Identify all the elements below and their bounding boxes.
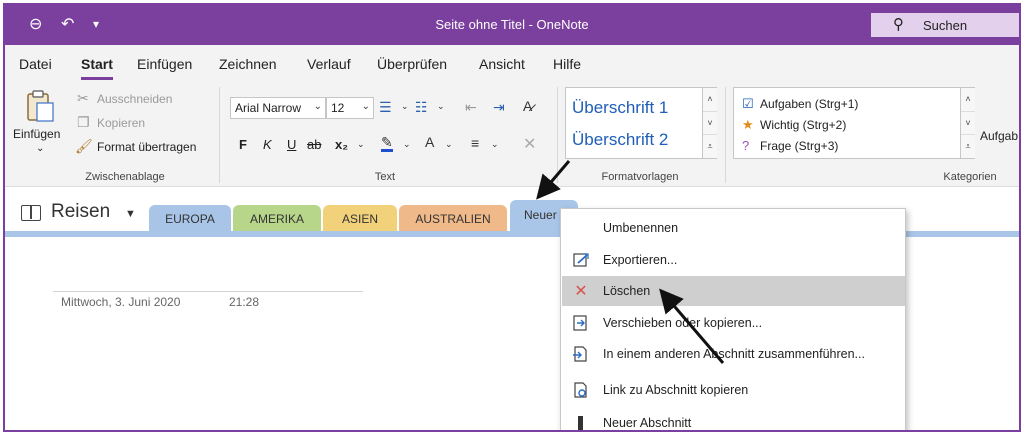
arrow-to-section-tab [536, 160, 571, 200]
annotation-arrows [536, 160, 725, 364]
onenote-window: ⊖ ↶ ▾ Seite ohne Titel - OneNote ⚲ Suche… [3, 3, 1021, 432]
arrow-to-delete-item [659, 288, 725, 364]
